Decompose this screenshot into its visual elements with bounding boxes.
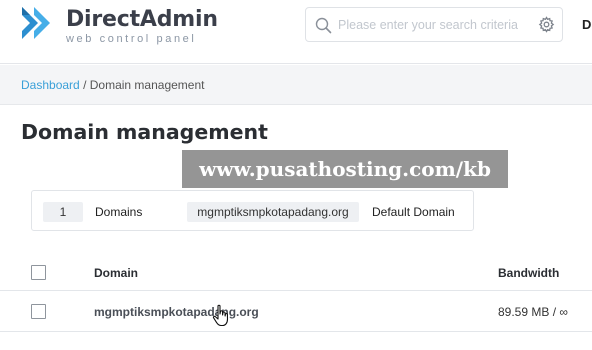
search-icon (315, 17, 332, 34)
brand-subtitle: web control panel (66, 33, 197, 45)
row-checkbox[interactable] (31, 304, 46, 319)
gear-icon[interactable] (538, 16, 555, 33)
directadmin-logo-icon (22, 7, 50, 39)
breadcrumb-separator: / (83, 78, 87, 92)
domain-count-label: Domains (95, 205, 143, 219)
bandwidth-value: 89.59 MB / ∞ (498, 305, 568, 319)
breadcrumb-current: Domain management (89, 78, 205, 92)
domain-link[interactable]: mgmptiksmpkotapadang.org (94, 305, 259, 319)
search-input[interactable] (338, 14, 534, 36)
table-row: mgmptiksmpkotapadang.org 89.59 MB / ∞ (0, 292, 592, 332)
select-all-checkbox[interactable] (31, 265, 46, 280)
column-header-domain[interactable]: Domain (94, 266, 138, 280)
search-box[interactable] (305, 7, 563, 42)
breadcrumb-dashboard-link[interactable]: Dashboard (21, 78, 80, 92)
column-header-bandwidth[interactable]: Bandwidth (498, 266, 559, 280)
breadcrumb: Dashboard / Domain management (0, 65, 592, 105)
hand-pointer-cursor-icon (212, 304, 229, 327)
domain-count-badge: 1 (43, 202, 83, 222)
default-domain-label: Default Domain (372, 205, 455, 219)
user-menu[interactable]: D (582, 17, 591, 32)
watermark-banner: www.pusathosting.com/kb (182, 150, 508, 188)
page-title: Domain management (21, 120, 268, 144)
brand-title: DirectAdmin (66, 7, 218, 32)
top-header: DirectAdmin web control panel D (0, 0, 592, 64)
default-domain-value: mgmptiksmpkotapadang.org (187, 202, 359, 222)
table-header: Domain Bandwidth (0, 246, 592, 291)
directadmin-logo[interactable]: DirectAdmin web control panel (20, 5, 218, 45)
domains-summary-card: 1 Domains mgmptiksmpkotapadang.org Defau… (31, 190, 474, 231)
